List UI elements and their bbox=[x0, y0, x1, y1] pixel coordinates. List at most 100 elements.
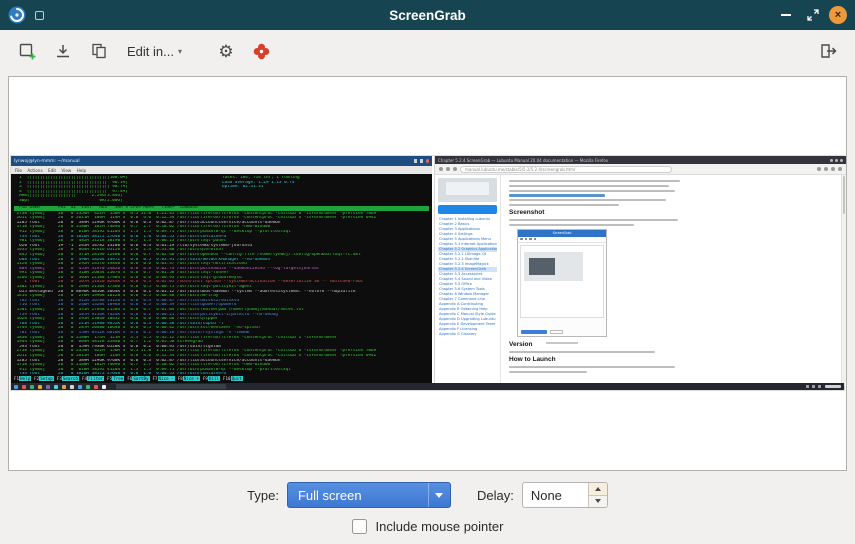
forward-icon bbox=[446, 167, 450, 171]
include-pointer-label: Include mouse pointer bbox=[376, 519, 504, 534]
copy-button[interactable] bbox=[84, 36, 114, 66]
include-pointer-checkbox[interactable] bbox=[352, 519, 367, 534]
htop-stat-line: Uptime: 02:31:31 bbox=[222, 185, 300, 190]
preview-terminal-window: lynwoj@lyn-mmm: ~/manual File Actions Ed… bbox=[11, 156, 432, 383]
chevron-down-icon: ▾ bbox=[178, 47, 182, 56]
fkey-label: F9Kill bbox=[203, 376, 220, 381]
page-heading: Screenshot bbox=[509, 209, 687, 216]
close-button[interactable]: × bbox=[829, 6, 847, 24]
delay-spinbox[interactable]: None bbox=[522, 482, 608, 508]
reload-icon bbox=[453, 167, 457, 171]
taskbar-icon bbox=[54, 385, 58, 389]
firefox-title: Chapter 5.2.4 ScreenGrab — Lubuntu Manua… bbox=[438, 158, 608, 163]
taskbar-icon bbox=[30, 385, 34, 389]
fkey-label: F6SortBy bbox=[127, 376, 149, 381]
manual-logo bbox=[438, 178, 497, 202]
minimize-button[interactable] bbox=[775, 4, 797, 26]
terminal-window-buttons bbox=[414, 159, 430, 163]
editor-app-icon bbox=[252, 42, 271, 61]
terminal-title: lynwoj@lyn-mmm: ~/manual bbox=[14, 159, 80, 164]
spin-up-button[interactable] bbox=[589, 483, 607, 496]
terminal-body: 1 [|||||||||||||||||||||||||||||||100.0%… bbox=[11, 174, 432, 383]
back-icon bbox=[439, 167, 443, 171]
copy-icon bbox=[90, 42, 108, 60]
firefox-page-content: Screenshot ScreenGrab bbox=[501, 175, 841, 383]
taskbar-icon bbox=[38, 385, 42, 389]
htop-meter-line: Swp[ 0K/2.00G] bbox=[14, 199, 222, 204]
htop-rows: 2738 lynwoj 20 0 2354M 422M 156M S 6.5 1… bbox=[14, 212, 429, 375]
capture-options-row: Type: Full screen Delay: None bbox=[0, 482, 855, 508]
firefox-scrollbar bbox=[841, 175, 846, 383]
maximize-button[interactable] bbox=[802, 4, 824, 26]
bookmark-icon bbox=[817, 167, 821, 171]
sidebar-search-box bbox=[438, 205, 497, 214]
spin-buttons bbox=[588, 483, 607, 507]
preview-firefox-window: Chapter 5.2.4 ScreenGrab — Lubuntu Manua… bbox=[434, 156, 846, 383]
htop-header-row: PID USER PRI NI VIRT RES SHR S CPU% MEM%… bbox=[14, 206, 429, 211]
htop-meters: 1 [|||||||||||||||||||||||||||||||100.0%… bbox=[14, 176, 222, 204]
taskbar-icon bbox=[70, 385, 74, 389]
extensions-icon bbox=[824, 167, 828, 171]
window-title: ScreenGrab bbox=[0, 8, 855, 23]
toc-item: Appendix G Glossary bbox=[438, 332, 497, 337]
fkey-label: F8Nice + bbox=[178, 376, 200, 381]
spin-down-button[interactable] bbox=[589, 496, 607, 508]
fkey-label: F10Quit bbox=[223, 376, 243, 381]
firefox-sidebar: Chapter 1 Installing LubuntuChapter 2 Ba… bbox=[435, 175, 501, 383]
desktop-taskbar bbox=[11, 383, 844, 390]
taskbar-icon bbox=[94, 385, 98, 389]
delay-label: Delay: bbox=[477, 488, 514, 503]
url-bar: manual.lubuntu.me/stable/5/5.2/5.2.4/scr… bbox=[460, 166, 672, 173]
embedded-screenshot: ScreenGrab bbox=[517, 229, 607, 337]
quit-button[interactable] bbox=[813, 36, 843, 66]
fkey-label: F5Tree bbox=[107, 376, 124, 381]
embedded-titlebar: ScreenGrab bbox=[518, 230, 606, 237]
screengrab-window: ScreenGrab × bbox=[0, 0, 855, 544]
app-icon bbox=[8, 6, 26, 24]
fkey-label: F1Help bbox=[14, 376, 31, 381]
taskbar-icon bbox=[78, 385, 82, 389]
new-screenshot-button[interactable] bbox=[12, 36, 42, 66]
taskbar-icon bbox=[22, 385, 26, 389]
preview-panel: lynwoj@lyn-mmm: ~/manual File Actions Ed… bbox=[8, 76, 847, 471]
window-controls: × bbox=[770, 4, 847, 26]
type-combobox[interactable]: Full screen bbox=[287, 482, 451, 508]
taskbar-icon bbox=[46, 385, 50, 389]
window-menu-icon[interactable] bbox=[35, 11, 44, 20]
account-icon bbox=[831, 167, 835, 171]
firefox-toc: Chapter 1 Installing LubuntuChapter 2 Ba… bbox=[438, 217, 497, 337]
edit-in-button[interactable]: Edit in... ▾ bbox=[120, 36, 189, 66]
fkey-label: F2Setup bbox=[34, 376, 54, 381]
firefox-toolbar: manual.lubuntu.me/stable/5/5.2/5.2.4/scr… bbox=[435, 164, 846, 175]
maximize-icon bbox=[807, 9, 819, 21]
fkey-label: F3Search bbox=[57, 376, 79, 381]
embedded-controls bbox=[518, 320, 606, 336]
taskbar-clock bbox=[825, 385, 841, 389]
htop-stats: Tasks: 104, 714 thr; 1 runningLoad avera… bbox=[222, 176, 300, 204]
process-row: 734 root 20 0 1026M 38172 27648 S 0.0 1.… bbox=[14, 372, 429, 375]
minimize-icon bbox=[781, 14, 791, 16]
screenshot-preview: lynwoj@lyn-mmm: ~/manual File Actions Ed… bbox=[10, 155, 845, 391]
fkey-label: F7Nice - bbox=[153, 376, 175, 381]
section-heading-version: Version bbox=[509, 341, 687, 348]
editor-app-button[interactable] bbox=[247, 36, 277, 66]
taskbar-icon bbox=[86, 385, 90, 389]
pointer-option-row: Include mouse pointer bbox=[0, 513, 855, 539]
taskbar-icon bbox=[102, 385, 106, 389]
embedded-preview-area bbox=[520, 245, 604, 318]
new-screenshot-icon bbox=[18, 42, 37, 61]
exit-door-icon bbox=[819, 42, 838, 60]
taskbar-tray bbox=[806, 385, 821, 388]
toolbar: Edit in... ▾ ⚙ bbox=[0, 30, 855, 72]
menu-icon bbox=[838, 167, 842, 171]
delay-value: None bbox=[531, 488, 562, 503]
firefox-window-buttons bbox=[830, 159, 843, 162]
settings-button[interactable]: ⚙ bbox=[211, 36, 241, 66]
taskbar-icon bbox=[14, 385, 18, 389]
save-button[interactable] bbox=[48, 36, 78, 66]
fkey-label: F4Filter bbox=[82, 376, 104, 381]
htop-fkeys: F1HelpF2SetupF3SearchF4FilterF5TreeF6Sor… bbox=[14, 376, 429, 381]
edit-in-label: Edit in... bbox=[127, 44, 174, 59]
combo-chevron-down-icon bbox=[428, 483, 450, 507]
titlebar: ScreenGrab × bbox=[0, 0, 855, 30]
